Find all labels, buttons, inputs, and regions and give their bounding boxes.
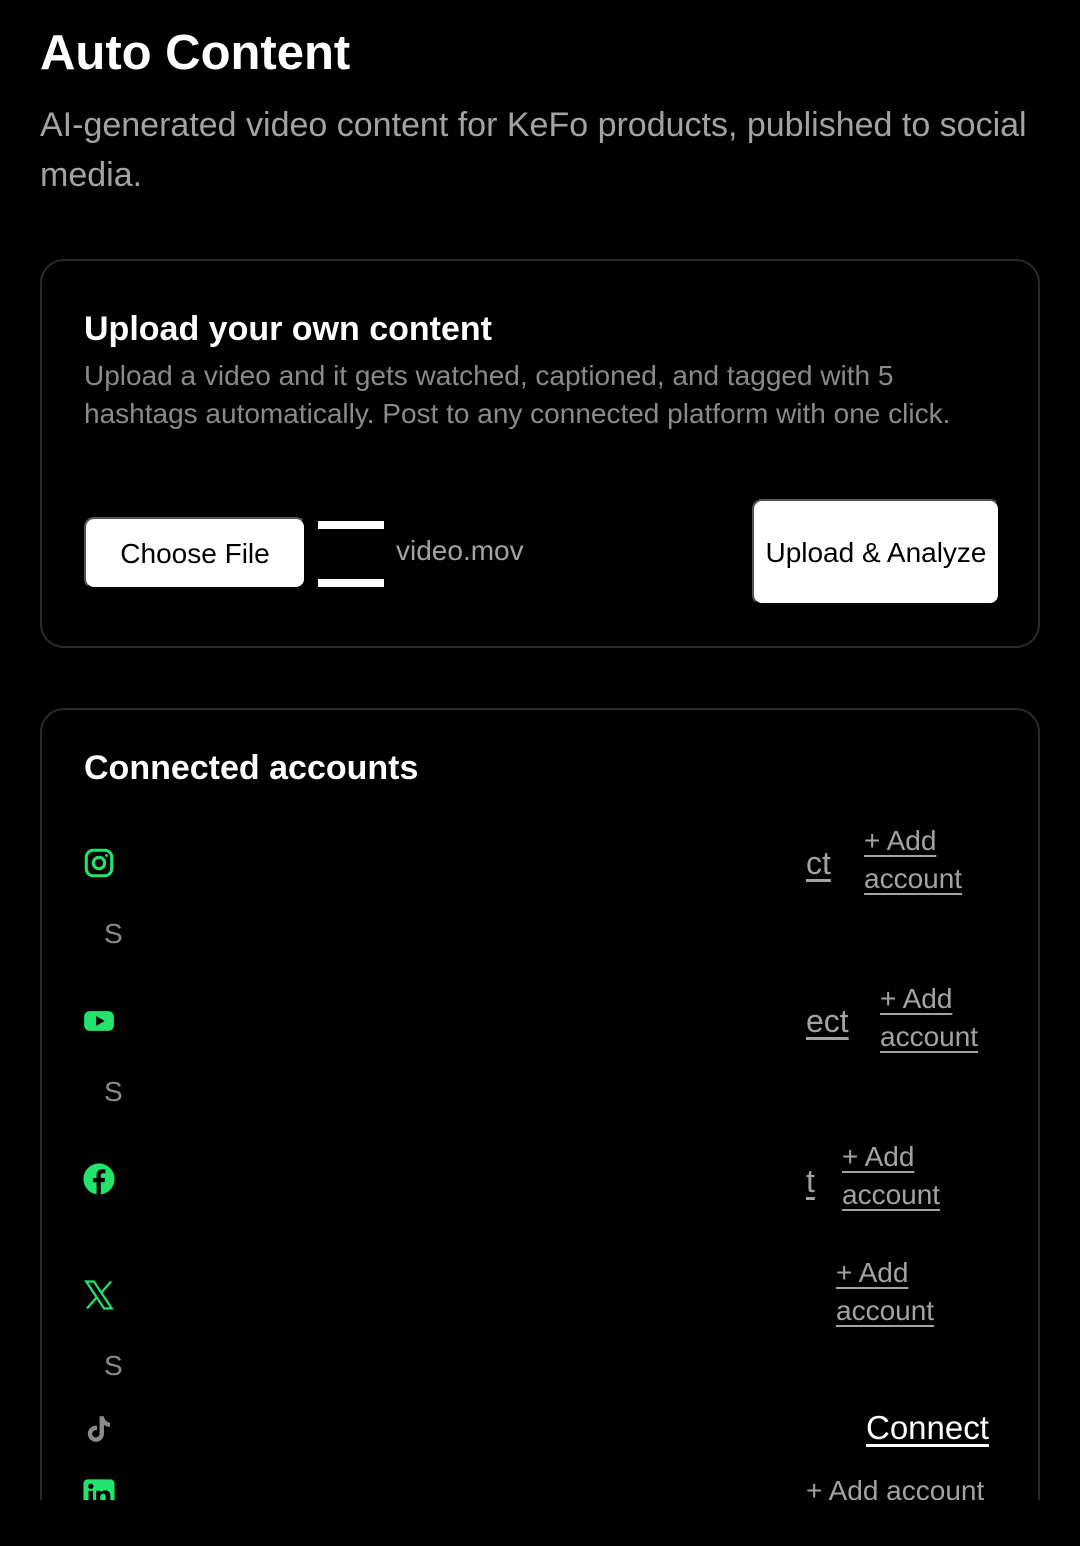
facebook-icon: [82, 1162, 116, 1196]
x-add-account-link[interactable]: + Add account: [836, 1254, 966, 1330]
instagram-connect-link[interactable]: ct: [806, 844, 831, 882]
upload-description: Upload a video and it gets watched, capt…: [84, 360, 951, 429]
instagram-icon: [82, 846, 116, 880]
tiktok-connect-link[interactable]: Connect: [866, 1408, 989, 1448]
youtube-add-account-link[interactable]: + Add account: [880, 980, 1010, 1056]
viewport-bottom-edge: [0, 1500, 1080, 1546]
x-icon: [82, 1278, 116, 1312]
connected-accounts-card: Connected accounts S ct + Add account S …: [40, 708, 1040, 1546]
page-subtitle: AI-generated video content for KeFo prod…: [40, 106, 1027, 194]
facebook-connect-link[interactable]: t: [806, 1162, 815, 1200]
youtube-status: S: [104, 1076, 123, 1107]
youtube-icon: [82, 1004, 116, 1038]
upload-card: Upload your own content Upload a video a…: [40, 259, 1040, 648]
upload-analyze-button[interactable]: Upload & Analyze: [752, 499, 1000, 605]
auto-content-page: Auto Content AI-generated video content …: [0, 0, 1080, 1546]
file-menu-icon: [318, 521, 384, 587]
tiktok-icon: [82, 1412, 116, 1446]
instagram-status: S: [104, 918, 123, 949]
facebook-add-account-link[interactable]: + Add account: [842, 1138, 972, 1214]
page-title: Auto Content: [40, 26, 351, 80]
youtube-connect-link[interactable]: ect: [806, 1002, 849, 1040]
choose-file-button[interactable]: Choose File: [84, 517, 306, 589]
x-status: S: [104, 1350, 123, 1381]
selected-file-name: video.mov: [396, 535, 524, 566]
instagram-add-account-link[interactable]: + Add account: [864, 822, 994, 898]
upload-card-title: Upload your own content: [84, 310, 492, 348]
connected-accounts-title: Connected accounts: [84, 749, 419, 787]
